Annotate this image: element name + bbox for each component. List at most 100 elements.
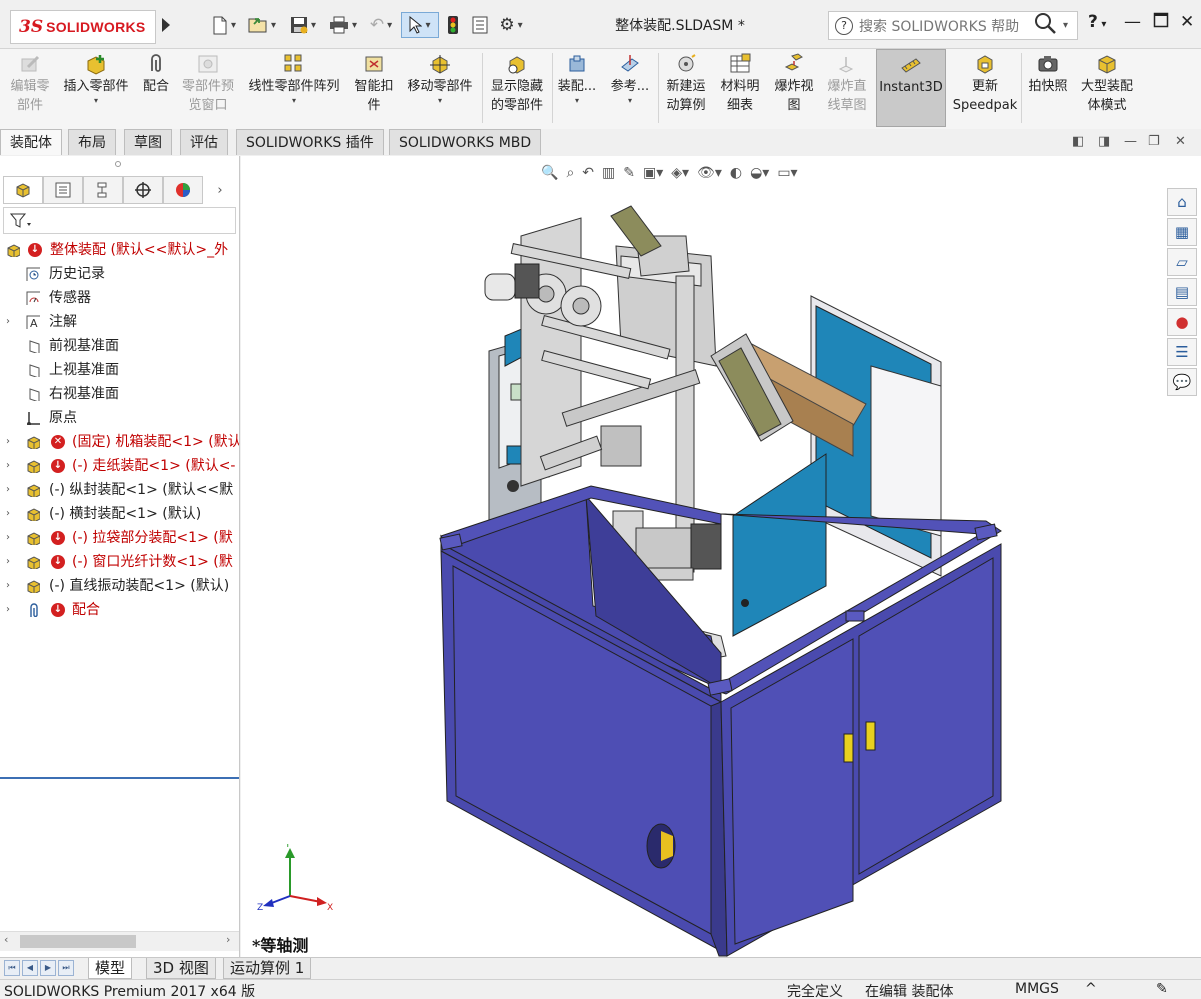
rebuild-status-icon[interactable]: ✎ [1156, 981, 1168, 997]
expand-arrow-icon[interactable]: › [6, 310, 10, 334]
dropdown-arrow-icon[interactable]: ▾ [292, 96, 296, 106]
large-assembly-mode-button[interactable]: 大型装配 体模式 [1076, 49, 1138, 127]
component-preview-window-button[interactable]: 零部件预 览窗口 [178, 49, 238, 127]
previous-tab-icon[interactable]: ◀ [22, 960, 38, 976]
scroll-right-icon[interactable]: › [226, 933, 230, 946]
last-tab-icon[interactable]: ⏭ [58, 960, 74, 976]
linear-component-pattern-button[interactable]: 线性零部件阵列 ▾ [242, 49, 346, 127]
take-snapshot-button[interactable]: 拍快照 [1024, 49, 1072, 127]
first-tab-icon[interactable]: ⏮ [4, 960, 20, 976]
tree-item-history[interactable]: 历史记录 [0, 262, 239, 286]
edit-component-button[interactable]: 编辑零 部件 [6, 49, 54, 127]
exploded-view-button[interactable]: 爆炸视 图 [770, 49, 818, 127]
tab-solidworks-mbd[interactable]: SOLIDWORKS MBD [389, 129, 542, 155]
tree-item-bag-pull-assembly[interactable]: › ↓ (-) 拉袋部分装配<1> (默 [0, 526, 239, 550]
tree-item-annotations[interactable]: › A 注解 [0, 310, 239, 334]
tab-solidworks-addins[interactable]: SOLIDWORKS 插件 [236, 129, 384, 155]
expand-arrow-icon[interactable]: › [6, 574, 10, 598]
viewport-pin-icon[interactable]: ◧ [1072, 134, 1084, 149]
search-dropdown-icon[interactable]: ▾ [1063, 20, 1077, 31]
update-speedpak-button[interactable]: 更新 Speedpak [952, 49, 1018, 127]
solidworks-logo[interactable]: 3S SOLIDWORKS [10, 10, 156, 44]
tab-3d-views[interactable]: 3D 视图 [146, 958, 216, 979]
tree-item-vertical-seal-assembly[interactable]: › (-) 纵封装配<1> (默认<<默 [0, 478, 239, 502]
expand-arrow-icon[interactable]: › [6, 550, 10, 574]
tab-motion-study-1[interactable]: 运动算例 1 [223, 958, 312, 979]
tab-assembly[interactable]: 装配体 [0, 129, 62, 155]
reference-geometry-button[interactable]: 参考... ▾ [606, 49, 654, 127]
tree-item-front-plane[interactable]: 前视基准面 [0, 334, 239, 358]
instant3d-button[interactable]: Instant3D [876, 49, 946, 127]
help-menu-button[interactable]: ? ▾ [1088, 12, 1106, 32]
help-search-box[interactable]: ? 搜索 SOLIDWORKS 帮助 ▾ [828, 11, 1078, 40]
viewport-close-icon[interactable]: ✕ [1175, 134, 1186, 149]
tab-model[interactable]: 模型 [88, 958, 133, 979]
assembly-model-render[interactable] [241, 156, 1201, 957]
close-icon[interactable]: ✕ [1180, 12, 1194, 32]
tree-item-sensors[interactable]: 传感器 [0, 286, 239, 310]
tree-item-window-fiber-counter[interactable]: › ↓ (-) 窗口光纤计数<1> (默 [0, 550, 239, 574]
feature-tree-filter[interactable] [3, 207, 236, 234]
expand-arrow-icon[interactable]: › [6, 502, 10, 526]
dropdown-arrow-icon[interactable]: ▾ [575, 96, 579, 106]
unit-system-caret-icon[interactable]: ^ [1085, 981, 1097, 997]
tree-item-right-plane[interactable]: 右视基准面 [0, 382, 239, 406]
tabs-scroll-right-icon[interactable]: › [203, 176, 237, 204]
file-properties-icon[interactable] [470, 12, 490, 38]
open-document-icon[interactable] [244, 12, 280, 38]
tree-item-top-plane[interactable]: 上视基准面 [0, 358, 239, 382]
menu-expand-arrow-icon[interactable] [162, 18, 170, 32]
tab-layout[interactable]: 布局 [68, 129, 116, 155]
options-gear-icon[interactable]: ⚙ [494, 12, 528, 38]
new-motion-study-button[interactable]: 新建运 动算例 [662, 49, 710, 127]
tree-item-origin[interactable]: 原点 [0, 406, 239, 430]
save-icon[interactable] [285, 12, 321, 38]
property-manager-tab-icon[interactable] [43, 176, 83, 204]
dimxpert-tab-icon[interactable] [123, 176, 163, 204]
next-tab-icon[interactable]: ▶ [40, 960, 56, 976]
viewport-minimize-icon[interactable]: — [1124, 134, 1137, 149]
tree-root-assembly[interactable]: ↓ 整体装配 (默认<<默认>_外 [0, 238, 239, 262]
bill-of-materials-button[interactable]: 材料明 细表 [716, 49, 764, 127]
help-search-input[interactable]: 搜索 SOLIDWORKS 帮助 [859, 16, 1033, 36]
graphics-area[interactable]: 🔍 ⌕ ↶ ▥ ✎ ▣▾ ◈▾ 👁▾ ◐ ◒▾ ▭▾ ⌂ ▦ ▱ ▤ ● ☰ 💬 [241, 156, 1201, 957]
tree-item-paper-feed-assembly[interactable]: › ↓ (-) 走纸装配<1> (默认<- [0, 454, 239, 478]
dropdown-arrow-icon[interactable]: ▾ [438, 96, 442, 106]
viewport-split-icon[interactable]: ◨ [1098, 134, 1110, 149]
print-icon[interactable] [325, 12, 361, 38]
expand-arrow-icon[interactable]: › [6, 454, 10, 478]
mate-button[interactable]: 配合 [138, 49, 174, 127]
undo-icon[interactable]: ↶ [364, 12, 398, 38]
scroll-left-icon[interactable]: ‹ [4, 933, 8, 946]
new-document-icon[interactable] [207, 12, 241, 38]
configuration-manager-tab-icon[interactable] [83, 176, 123, 204]
move-component-button[interactable]: 移动零部件 ▾ [402, 49, 478, 127]
explode-line-sketch-button[interactable]: 爆炸直 线草图 [822, 49, 872, 127]
feature-tree-tab-icon[interactable] [3, 176, 43, 204]
expand-arrow-icon[interactable]: › [6, 430, 10, 454]
show-hidden-components-button[interactable]: 显示隐藏 的零部件 [486, 49, 548, 127]
smart-fasteners-button[interactable]: 智能扣 件 [350, 49, 398, 127]
expand-arrow-icon[interactable]: › [6, 526, 10, 550]
viewport-restore-icon[interactable]: ❐ [1148, 134, 1160, 149]
tab-evaluate[interactable]: 评估 [180, 129, 228, 155]
tree-item-chassis-assembly[interactable]: › ✕ (固定) 机箱装配<1> (默认 [0, 430, 239, 454]
tree-item-horizontal-seal-assembly[interactable]: › (-) 横封装配<1> (默认) [0, 502, 239, 526]
unit-system[interactable]: MMGS [1015, 981, 1059, 997]
dropdown-arrow-icon[interactable]: ▾ [94, 96, 98, 106]
select-cursor-icon[interactable] [401, 12, 439, 38]
tree-item-mates[interactable]: › ↓ 配合 [0, 598, 239, 622]
rebuild-traffic-light-icon[interactable] [444, 12, 462, 38]
expand-arrow-icon[interactable]: › [6, 478, 10, 502]
feature-tree-horizontal-scrollbar[interactable]: ‹ › [0, 931, 239, 951]
search-icon[interactable] [1033, 11, 1063, 41]
scrollbar-thumb[interactable] [20, 935, 136, 948]
expand-arrow-icon[interactable]: › [6, 598, 10, 622]
insert-component-button[interactable]: 插入零部件 ▾ [58, 49, 134, 127]
panel-grip-icon[interactable] [115, 161, 121, 167]
maximize-icon[interactable] [1153, 12, 1169, 33]
dropdown-arrow-icon[interactable]: ▾ [628, 96, 632, 106]
assembly-features-button[interactable]: 装配... ▾ [556, 49, 598, 127]
tab-sketch[interactable]: 草图 [124, 129, 172, 155]
display-manager-tab-icon[interactable] [163, 176, 203, 204]
